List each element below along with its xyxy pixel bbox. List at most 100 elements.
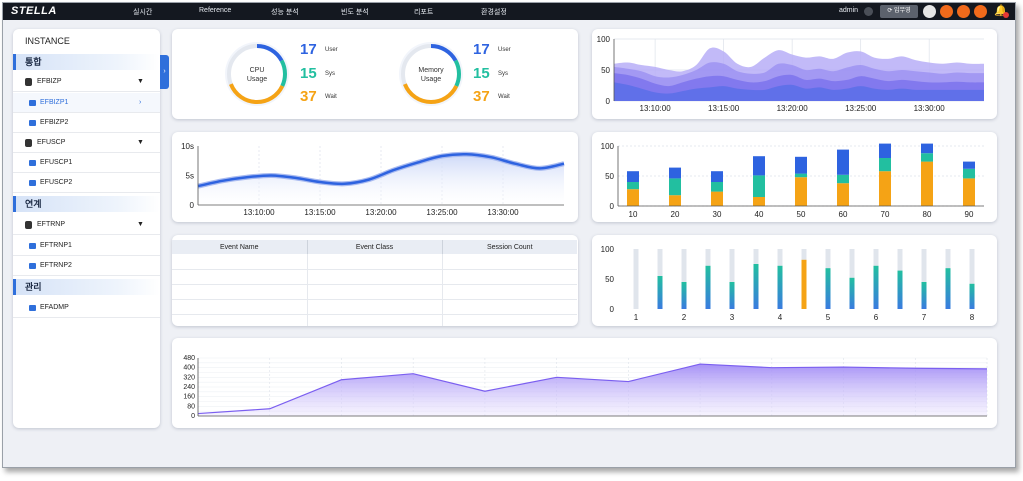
bar-segment-sys — [669, 178, 681, 196]
menu-settings[interactable]: 환경설정 — [481, 7, 507, 17]
column-header-session-count[interactable]: Session Count — [442, 240, 577, 254]
power-icon[interactable] — [957, 5, 970, 18]
progress-fill — [801, 259, 807, 309]
column-header-event-class[interactable]: Event Class — [307, 240, 443, 254]
x-tick-label: 40 — [755, 210, 764, 219]
app-window: STELLA 실시간 Reference 성능 분석 빈도 분석 리포트 환경설… — [2, 2, 1016, 468]
instance-label: EFBIZP2 — [40, 119, 69, 126]
bar-segment-wait — [921, 161, 933, 206]
y-tick-label: 0 — [610, 202, 615, 211]
database-icon — [25, 221, 32, 229]
expand-arrow-icon[interactable]: ▼ — [137, 72, 144, 92]
progress-fill — [681, 282, 687, 309]
memory-user-value: 17 — [473, 41, 490, 58]
bar-segment-wait — [753, 197, 765, 206]
database-icon — [25, 78, 32, 86]
progress-fill — [777, 265, 783, 309]
x-tick-label: 13:30:00 — [487, 208, 519, 217]
response-time-chart: 0 5s 10s 13:10:00 13:15:00 13:20:00 13:25:00 13… — [181, 142, 565, 217]
instance-efbizp[interactable]: EFBIZP ▼ — [13, 72, 160, 92]
chevron-right-icon: › — [139, 99, 142, 106]
cpu-sys-value: 15 — [300, 65, 317, 82]
server-icon — [29, 180, 36, 186]
menu-frequency-analysis[interactable]: 빈도 분석 — [341, 7, 369, 17]
menu-reference[interactable]: Reference — [199, 7, 231, 14]
instance-eftrnp[interactable]: EFTRNP ▼ — [13, 215, 160, 235]
y-tick-label: 100 — [597, 35, 611, 44]
profile-icon[interactable] — [923, 5, 936, 18]
group-header-management[interactable]: 관리 — [13, 279, 160, 295]
instance-efuscp[interactable]: EFUSCP ▼ — [13, 133, 160, 153]
group-header-linkage[interactable]: 연계 — [13, 196, 160, 212]
app-logo[interactable]: STELLA — [11, 5, 57, 17]
instance-sidebar: INSTANCE 통합 EFBIZP ▼ EFBIZP1 › EFBIZP2 E… — [13, 29, 160, 428]
server-icon — [29, 243, 36, 249]
instance-eftrnp2[interactable]: EFTRNP2 — [13, 256, 160, 276]
info-icon[interactable] — [974, 5, 987, 18]
operation-mode-button[interactable]: ⟳ 입무영 — [880, 5, 918, 18]
person-icon[interactable] — [940, 5, 953, 18]
y-tick-label: 80 — [187, 403, 195, 410]
server-icon — [29, 160, 36, 166]
top-navigation-bar: STELLA 실시간 Reference 성능 분석 빈도 분석 리포트 환경설… — [3, 3, 1015, 20]
column-header-event-name[interactable]: Event Name — [172, 240, 308, 254]
x-tick-label: 1 — [634, 313, 639, 322]
instance-efuscp1[interactable]: EFUSCP1 — [13, 153, 160, 173]
progress-fill — [705, 265, 711, 309]
instance-label: EFTRNP — [37, 221, 65, 228]
x-tick-label: 13:30:00 — [914, 104, 946, 113]
expand-arrow-icon[interactable]: ▼ — [137, 133, 144, 153]
x-tick-label: 6 — [874, 313, 879, 322]
bar-segment-user — [837, 149, 849, 175]
bar-segment-sys — [837, 174, 849, 184]
area-waves-card: 0 50 100 13:10:00 13:15:00 13:20:00 13:25:00 13… — [592, 29, 997, 119]
y-tick-label: 0 — [610, 305, 615, 314]
progress-fill — [825, 268, 831, 309]
trend-area-chart: 0 80 160 240 320 400 480 — [183, 355, 988, 420]
bar-segment-user — [753, 156, 765, 176]
menu-report[interactable]: 리포트 — [414, 7, 433, 17]
x-tick-label: 20 — [671, 210, 680, 219]
user-name: admin — [839, 7, 859, 14]
bar-segment-sys — [921, 153, 933, 162]
table-row — [172, 314, 577, 326]
y-tick-label: 50 — [605, 172, 614, 181]
bar-segment-wait — [669, 195, 681, 206]
y-tick-label: 320 — [183, 374, 195, 381]
x-tick-label: 13:15:00 — [304, 208, 336, 217]
menu-realtime[interactable]: 실시간 — [133, 7, 152, 17]
response-time-card: 0 5s 10s 13:10:00 13:15:00 13:20:00 13:25:00 13… — [172, 132, 578, 222]
progress-fill — [921, 282, 927, 309]
x-tick-label: 13:20:00 — [365, 208, 397, 217]
instance-efadmp[interactable]: EFADMP — [13, 298, 160, 318]
bar-segment-sys — [879, 158, 891, 172]
progress-bars-card: 0 50 100 1 2 3 4 5 6 7 8 — [592, 235, 997, 326]
x-tick-label: 80 — [923, 210, 932, 219]
instance-label: EFTRNP1 — [40, 242, 72, 249]
expand-arrow-icon[interactable]: ▼ — [137, 215, 144, 235]
memory-sys-value: 15 — [473, 65, 490, 82]
y-tick-label: 0 — [606, 97, 611, 106]
cpu-wait-value: 37 — [300, 88, 317, 105]
instance-efbizp1[interactable]: EFBIZP1 › — [13, 93, 160, 113]
memory-wait-label: Wait — [498, 94, 510, 100]
progress-bar-chart: 0 50 100 1 2 3 4 5 6 7 8 — [601, 245, 975, 322]
memory-wait-value: 37 — [473, 88, 490, 105]
instance-efuscp2[interactable]: EFUSCP2 — [13, 173, 160, 193]
memory-sys-label: Sys — [498, 71, 509, 77]
bar-segment-wait — [837, 183, 849, 206]
cpu-wait-label: Wait — [325, 94, 337, 100]
instance-efbizp2[interactable]: EFBIZP2 — [13, 113, 160, 133]
server-icon — [29, 305, 36, 311]
group-header-integrated[interactable]: 통합 — [13, 54, 160, 70]
sidebar-collapse-button[interactable]: › — [160, 55, 169, 89]
y-tick-label: 50 — [601, 66, 610, 75]
x-tick-label: 4 — [778, 313, 783, 322]
table-row — [172, 284, 577, 300]
database-icon — [25, 139, 32, 147]
instance-eftrnp1[interactable]: EFTRNP1 — [13, 236, 160, 256]
cpu-sys-label: Sys — [325, 71, 336, 77]
menu-performance-analysis[interactable]: 성능 분석 — [271, 7, 299, 17]
progress-fill — [729, 282, 735, 309]
x-tick-label: 13:10:00 — [243, 208, 275, 217]
